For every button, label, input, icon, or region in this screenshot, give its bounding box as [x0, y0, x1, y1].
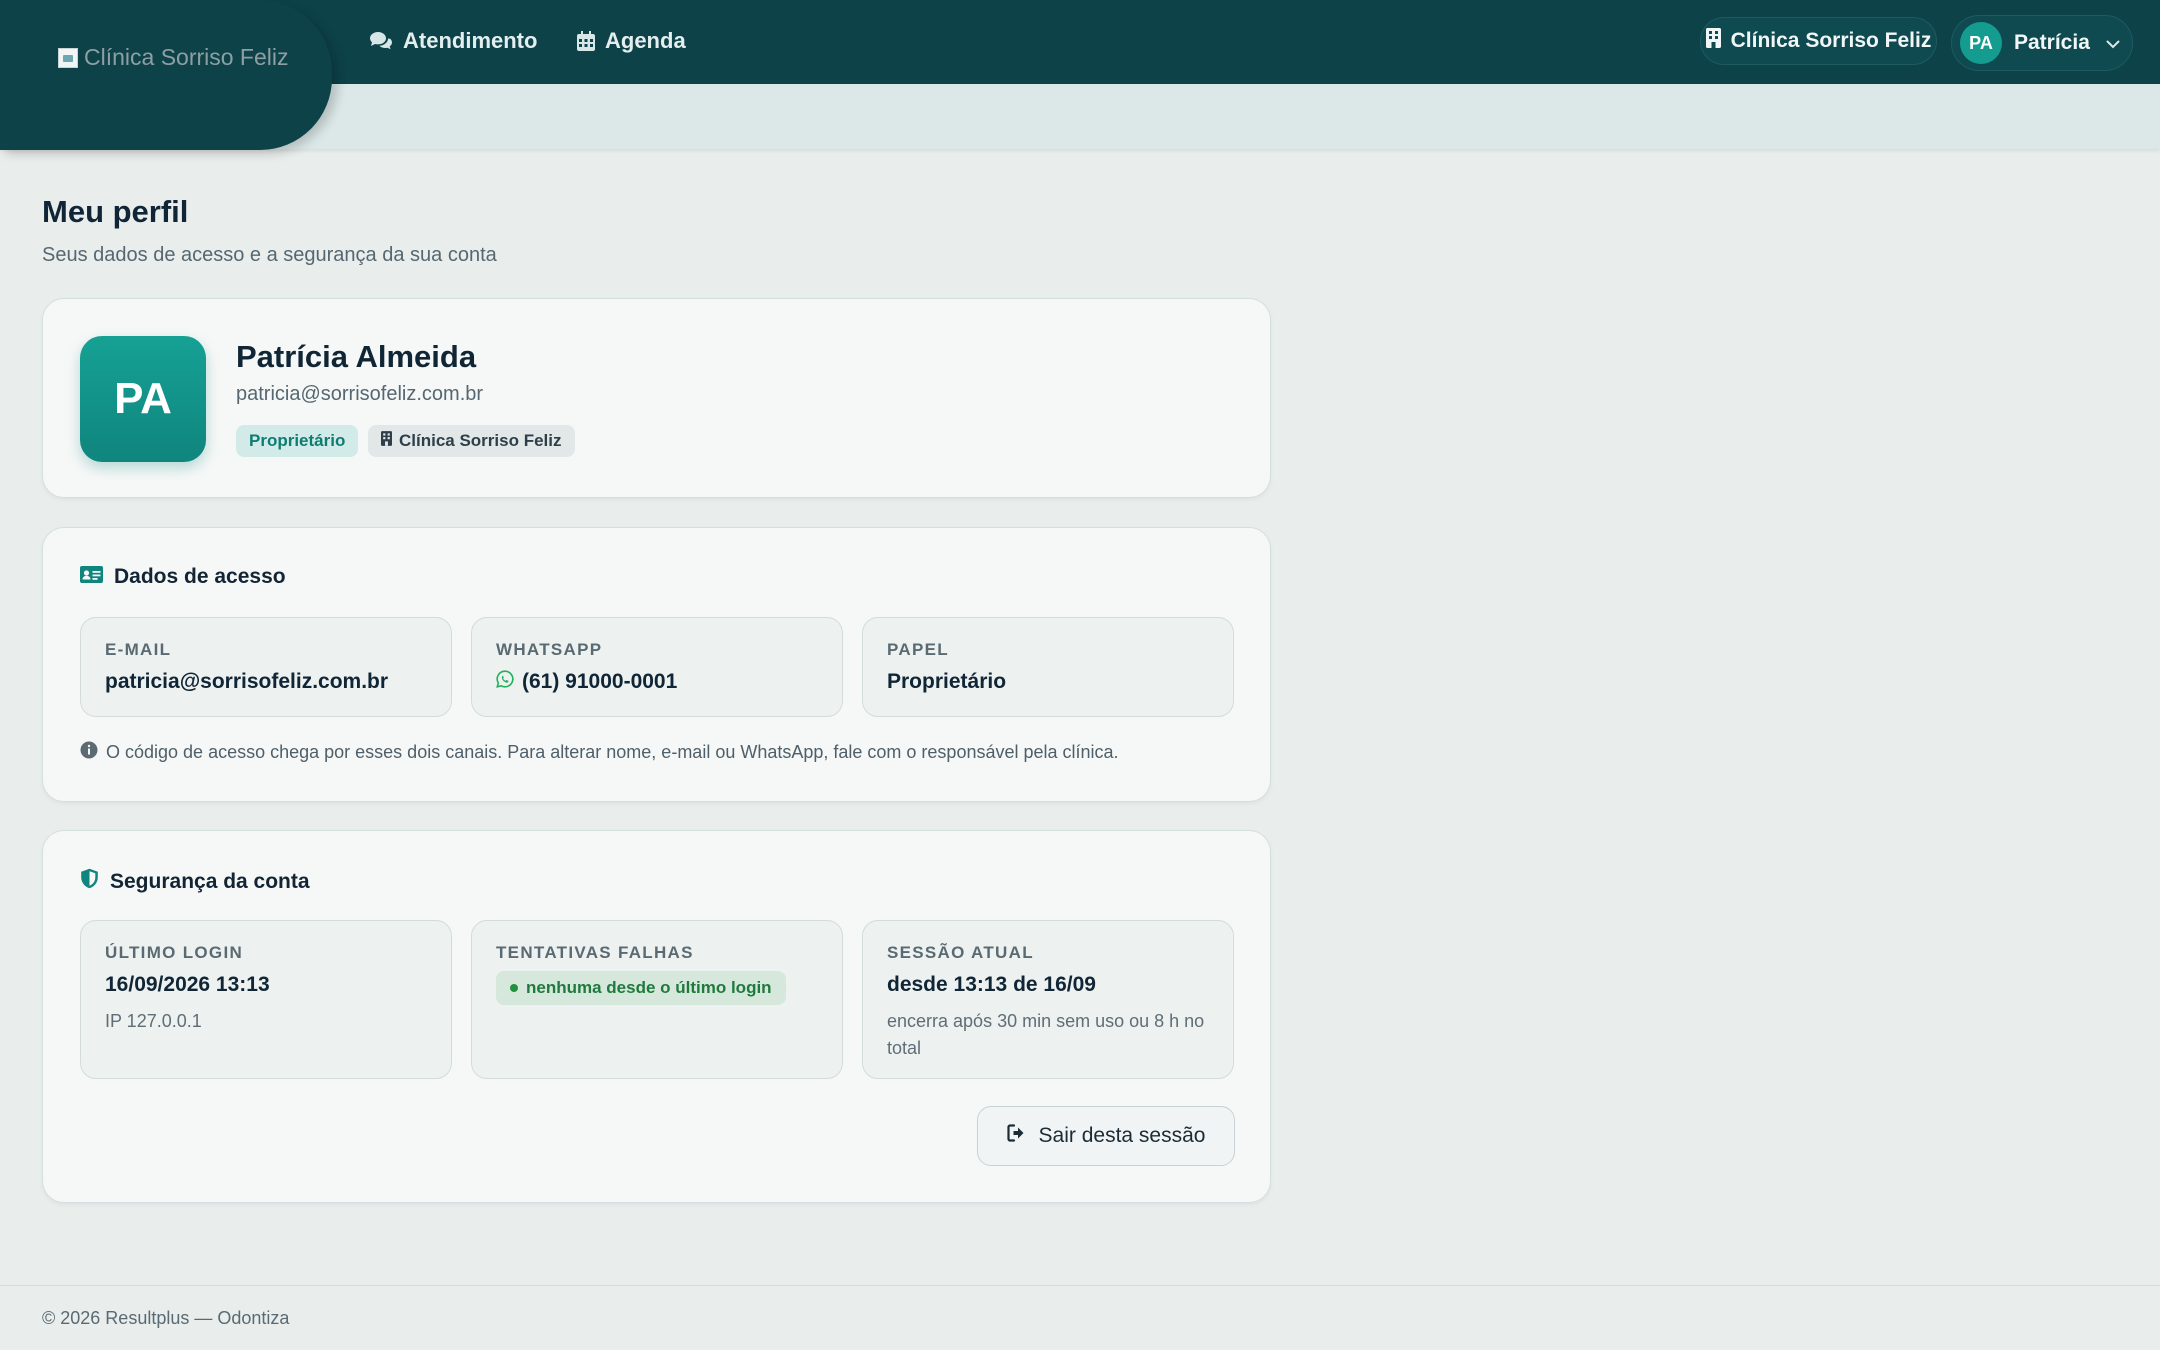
chat-bubbles-icon	[369, 31, 393, 51]
access-info-text: O código de acesso chega por esses dois …	[106, 742, 1119, 762]
nav-label: Atendimento	[403, 28, 538, 53]
whatsapp-icon	[496, 670, 514, 694]
access-info-note: O código de acesso chega por esses dois …	[80, 741, 1119, 764]
section-heading-label: Dados de acesso	[114, 565, 286, 588]
profile-avatar: PA	[80, 336, 206, 462]
clinic-switcher[interactable]: Clínica Sorriso Feliz	[1700, 17, 1937, 65]
access-data-card: Dados de acesso E-MAIL patricia@sorrisof…	[42, 527, 1271, 802]
building-icon	[1705, 28, 1721, 54]
field-label: SESSÃO ATUAL	[887, 943, 1034, 962]
whatsapp-field: WHATSAPP (61) 91000-0001	[471, 617, 843, 717]
clinic-badge: Clínica Sorriso Feliz	[368, 425, 575, 457]
clinic-switcher-label: Clínica Sorriso Feliz	[1730, 29, 1932, 52]
section-heading: Segurança da conta	[80, 868, 310, 895]
field-value: (61) 91000-0001	[496, 670, 677, 694]
role-field: PAPEL Proprietário	[862, 617, 1234, 717]
section-heading: Dados de acesso	[80, 565, 286, 589]
profile-card: PA Patrícia Almeida patricia@sorrisofeli…	[42, 298, 1271, 498]
logout-button-label: Sair desta sessão	[1038, 1124, 1206, 1147]
email-value: patricia@sorrisofeliz.com.br	[105, 670, 389, 693]
nav-item-agenda[interactable]: Agenda	[577, 28, 686, 54]
field-label: ÚLTIMO LOGIN	[105, 943, 244, 962]
status-badge: nenhuma desde o último login	[496, 971, 786, 1005]
field-value: desde 13:13 de 16/09	[887, 973, 1096, 997]
field-label: TENTATIVAS FALHAS	[496, 943, 694, 962]
email-field: E-MAIL patricia@sorrisofeliz.com.br	[80, 617, 452, 717]
role-value: Proprietário	[887, 670, 1007, 693]
failed-attempts-field: TENTATIVAS FALHAS nenhuma desde o último…	[471, 920, 843, 1079]
shield-icon	[80, 868, 99, 895]
last-login-value: 16/09/2026 13:13	[105, 973, 270, 996]
logout-button[interactable]: Sair desta sessão	[977, 1106, 1235, 1166]
footer-copyright: © 2026 Resultplus — Odontiza	[42, 1308, 290, 1328]
field-label: E-MAIL	[105, 640, 172, 659]
status-badge-label: nenhuma desde o último login	[526, 978, 772, 997]
last-login-field: ÚLTIMO LOGIN 16/09/2026 13:13 IP 127.0.0…	[80, 920, 452, 1079]
role-badge: Proprietário	[236, 425, 359, 457]
security-card: Segurança da conta ÚLTIMO LOGIN 16/09/20…	[42, 830, 1271, 1203]
field-value: Proprietário	[887, 670, 1006, 694]
field-value: 16/09/2026 13:13	[105, 973, 270, 997]
avatar: PA	[1960, 22, 2002, 64]
field-label: PAPEL	[887, 640, 949, 659]
footer: © 2026 Resultplus — Odontiza	[0, 1285, 2160, 1350]
nav-item-atendimento[interactable]: Atendimento	[369, 28, 537, 54]
current-session-field: SESSÃO ATUAL desde 13:13 de 16/09 encerr…	[862, 920, 1234, 1079]
clinic-logo[interactable]: Clínica Sorriso Feliz	[58, 44, 289, 71]
info-icon	[80, 741, 98, 764]
section-heading-label: Segurança da conta	[110, 869, 310, 893]
whatsapp-value: (61) 91000-0001	[522, 670, 678, 693]
role-badge-label: Proprietário	[249, 431, 346, 450]
clinic-badge-label: Clínica Sorriso Feliz	[399, 431, 562, 450]
building-icon	[381, 431, 392, 451]
logo-tab[interactable]: Clínica Sorriso Feliz	[0, 0, 332, 150]
session-expiry-note: encerra após 30 min sem uso ou 8 h no to…	[887, 1011, 1205, 1058]
profile-name: Patrícia Almeida	[236, 339, 477, 374]
session-value: desde 13:13 de 16/09	[887, 973, 1096, 996]
profile-email: patricia@sorrisofeliz.com.br	[236, 383, 484, 405]
logo-alt-text: Clínica Sorriso Feliz	[84, 44, 289, 70]
field-label: WHATSAPP	[496, 640, 603, 659]
chevron-down-icon	[2106, 31, 2120, 55]
nav-label: Agenda	[605, 28, 686, 53]
page-title: Meu perfil	[42, 194, 189, 229]
field-value: patricia@sorrisofeliz.com.br	[105, 670, 388, 694]
page-subtitle: Seus dados de acesso e a segurança da su…	[42, 244, 497, 266]
user-name: Patrícia	[2014, 31, 2090, 54]
last-login-ip: IP 127.0.0.1	[105, 1011, 202, 1031]
broken-image-icon	[58, 47, 78, 68]
id-card-icon	[80, 565, 103, 589]
user-menu[interactable]: PA Patrícia	[1951, 15, 2133, 71]
sign-out-icon	[1006, 1124, 1027, 1148]
status-dot-icon	[510, 984, 518, 992]
calendar-icon	[577, 31, 595, 51]
